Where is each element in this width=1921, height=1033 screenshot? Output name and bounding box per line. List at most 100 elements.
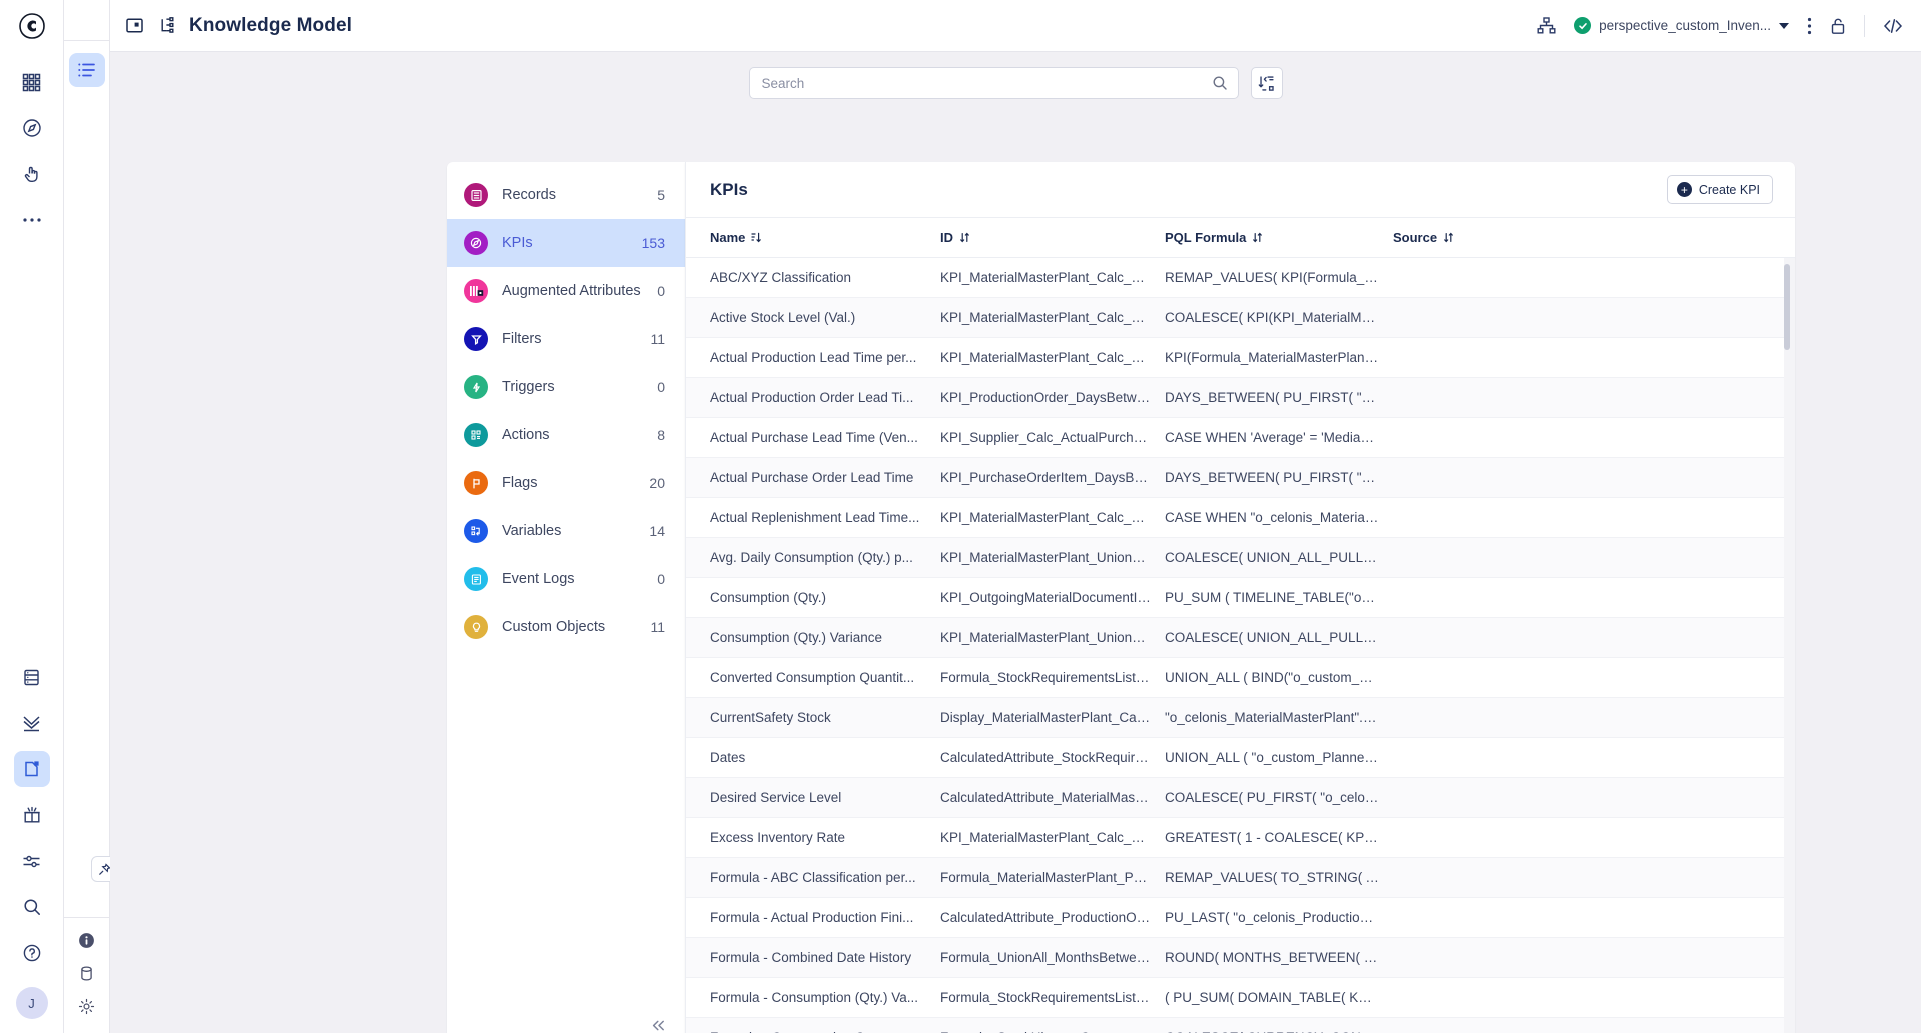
table-row[interactable]: Desired Service Level CalculatedAttribute… (686, 778, 1795, 818)
column-label: PQL Formula (1165, 230, 1247, 245)
table-row[interactable]: Converted Consumption Quantit... Formula_… (686, 658, 1795, 698)
kpi-name-cell: Actual Purchase Lead Time (Ven... (710, 430, 918, 445)
sidebar-item-flags[interactable]: Flags 20 (447, 459, 685, 507)
chevron-double-left-icon[interactable] (650, 1018, 667, 1033)
knowledge-model-icon (159, 16, 179, 36)
kpi-id-cell: Formula_UnionAll_MonthsBetween_L... (940, 950, 1165, 965)
search-icon[interactable] (1212, 75, 1228, 91)
table-row[interactable]: Actual Production Lead Time per... KPI_Ma… (686, 338, 1795, 378)
table-row[interactable]: Formula - Consumption CurrencFormula_Sto… (686, 1018, 1795, 1033)
kpi-pql-cell: UNION_ALL ( BIND("o_custom_Plann... (1165, 670, 1393, 685)
table-row[interactable]: Formula - ABC Classification per... Formu… (686, 858, 1795, 898)
code-brackets-icon[interactable] (1883, 18, 1903, 34)
more-vertical-icon[interactable] (1807, 17, 1812, 35)
kpi-pql-cell: COALESCE( PU_FIRST( "o_celonis_M... (1165, 790, 1393, 805)
table-row[interactable]: Formula - Consumption (Qty.) Va... Formul… (686, 978, 1795, 1018)
nav-list: Records 5 KPIs 153 Augmented Attributes … (447, 162, 685, 651)
hand-click-icon[interactable] (14, 156, 50, 192)
kpi-pql-cell: PU_LAST( "o_celonis_ProductionOrd... (1165, 910, 1393, 925)
celonis-logo-icon[interactable] (0, 0, 63, 52)
content-canvas: Records 5 KPIs 153 Augme (110, 52, 1921, 1033)
event-logs-icon (464, 567, 488, 591)
records-icon (464, 183, 488, 207)
table-row[interactable]: Excess Inventory Rate KPI_MaterialMasterP… (686, 818, 1795, 858)
list-view-icon[interactable] (68, 53, 105, 87)
avatar[interactable]: J (15, 987, 48, 1019)
rail2-header-spacer (64, 0, 109, 41)
kpi-id-cell: KPI_MaterialMasterPlant_Calc_Actua... (940, 350, 1165, 365)
kpi-pql-cell: DAYS_BETWEEN( PU_FIRST( "o_celo... (1165, 390, 1393, 405)
sidebar-item-kpis[interactable]: KPIs 153 (447, 219, 685, 267)
table-row[interactable]: Formula - Combined Date History Formula_U… (686, 938, 1795, 978)
package-icon[interactable] (14, 797, 50, 833)
kpi-id-cell: KPI_PurchaseOrderItem_DaysBetwe... (940, 470, 1165, 485)
more-horizontal-icon[interactable] (14, 202, 50, 238)
table-row[interactable]: Dates CalculatedAttribute_StockRequirem..… (686, 738, 1795, 778)
table-row[interactable]: Actual Purchase Order Lead Time KPI_Purch… (686, 458, 1795, 498)
sidebar-item-custom-objects[interactable]: Custom Objects 11 (447, 603, 685, 651)
gear-icon[interactable] (78, 998, 95, 1015)
sort-filter-icon[interactable] (1250, 67, 1283, 99)
sidebar-item-actions[interactable]: Actions 8 (447, 411, 685, 459)
panel-toggle-icon[interactable] (126, 18, 143, 33)
sort-icon[interactable] (959, 232, 970, 243)
column-header-id[interactable]: ID (940, 230, 1165, 245)
data-flow-icon[interactable] (14, 705, 50, 741)
kpi-name-cell: ABC/XYZ Classification (710, 270, 852, 285)
column-header-name[interactable]: Name (710, 230, 940, 245)
table-row[interactable]: Actual Replenishment Lead Time... KPI_Mat… (686, 498, 1795, 538)
sidebar-item-count: 8 (657, 427, 665, 443)
sidebar-item-variables[interactable]: Variables 14 (447, 507, 685, 555)
hierarchy-icon[interactable] (1537, 17, 1556, 34)
sidebar-item-filters[interactable]: Filters 11 (447, 315, 685, 363)
table-row[interactable]: Active Stock Level (Val.) KPI_MaterialMas… (686, 298, 1795, 338)
table-row[interactable]: Avg. Daily Consumption (Qty.) p... KPI_Ma… (686, 538, 1795, 578)
column-header-source[interactable]: Source (1393, 230, 1771, 245)
table-row[interactable]: Consumption (Qty.) Variance KPI_MaterialM… (686, 618, 1795, 658)
info-icon[interactable] (78, 932, 95, 949)
create-kpi-button[interactable]: + Create KPI (1666, 175, 1773, 204)
unlock-icon[interactable] (1830, 17, 1846, 35)
kpi-name-cell: Consumption (Qty.) (710, 590, 827, 605)
apps-grid-icon[interactable] (14, 64, 50, 100)
table-row[interactable]: ABC/XYZ Classification KPI_MaterialMaster… (686, 258, 1795, 298)
vertical-scrollbar[interactable] (1784, 264, 1790, 924)
kpi-id-cell: KPI_OutgoingMaterialDocumentItem... (940, 590, 1165, 605)
database-cylinder-icon[interactable] (78, 965, 95, 982)
kpi-name-cell: Formula - Actual Production Fini... (710, 910, 914, 925)
sort-icon[interactable] (1252, 232, 1263, 243)
database-icon[interactable] (14, 659, 50, 695)
table-row[interactable]: Actual Production Order Lead Ti... KPI_Pr… (686, 378, 1795, 418)
kpi-pql-cell: CASE WHEN "o_celonis_MaterialMas... (1165, 510, 1393, 525)
knowledge-model-icon[interactable] (13, 751, 50, 787)
sidebar-item-triggers[interactable]: Triggers 0 (447, 363, 685, 411)
kpi-name-cell: Formula - Consumption (Qty.) Va... (710, 990, 919, 1005)
table-row[interactable]: Formula - Actual Production Fini... Calcu… (686, 898, 1795, 938)
panel-header: KPIs + Create KPI (686, 162, 1795, 218)
compass-icon[interactable] (14, 110, 50, 146)
sort-desc-icon[interactable] (751, 232, 762, 243)
table-row[interactable]: Consumption (Qty.) KPI_OutgoingMaterialDo… (686, 578, 1795, 618)
trigger-icon (464, 375, 488, 399)
sidebar-item-records[interactable]: Records 5 (447, 171, 685, 219)
sidebar-item-event-logs[interactable]: Event Logs 0 (447, 555, 685, 603)
search-input[interactable] (761, 75, 1212, 91)
sliders-icon[interactable] (14, 843, 50, 879)
scrollbar-thumb[interactable] (1784, 264, 1790, 350)
sidebar-item-label: Records (502, 187, 556, 203)
sidebar-item-label: Variables (502, 523, 562, 539)
column-header-pql-formula[interactable]: PQL Formula (1165, 230, 1393, 245)
sidebar-item-augmented-attributes[interactable]: Augmented Attributes 0 (447, 267, 685, 315)
kpi-pql-cell: "o_celonis_MaterialMasterPlant"."Saf... (1165, 710, 1393, 725)
sort-icon[interactable] (1443, 232, 1454, 243)
sidebar-item-label: Event Logs (502, 571, 575, 587)
perspective-selector[interactable]: perspective_custom_Inven... (1574, 17, 1789, 34)
kpi-pql-cell: ( PU_SUM( DOMAIN_TABLE( KPI(Cal... (1165, 990, 1393, 1005)
help-circle-icon[interactable] (14, 935, 50, 971)
search-icon[interactable] (14, 889, 50, 925)
table-row[interactable]: CurrentSafety Stock Display_MaterialMaste… (686, 698, 1795, 738)
sidebar-item-count: 11 (650, 331, 665, 347)
search-box[interactable] (748, 67, 1239, 99)
kpi-pql-cell: COALESCE( UNION_ALL_PULLBACK... (1165, 550, 1393, 565)
table-row[interactable]: Actual Purchase Lead Time (Ven... KPI_Sup… (686, 418, 1795, 458)
